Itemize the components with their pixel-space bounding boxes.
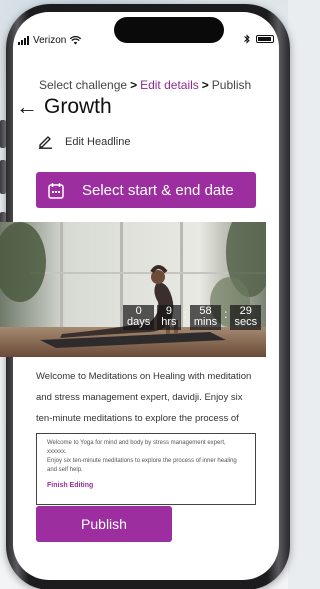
edit-headline-link[interactable]: Edit Headline xyxy=(38,134,130,149)
status-bar-right xyxy=(244,34,274,44)
chevron-right-icon: > xyxy=(201,78,209,92)
page-title: Growth xyxy=(44,95,112,118)
status-bar-left: Verizon xyxy=(18,34,82,46)
select-date-label: Select start & end date xyxy=(82,181,234,199)
countdown-timer: 0 days 9 hrs : 58 mins : 29 secs xyxy=(123,305,262,330)
edit-headline-label: Edit Headline xyxy=(65,135,131,148)
editor-text-line-2: Enjoy six ten-minute meditations to expl… xyxy=(47,458,237,473)
colon-separator: : xyxy=(183,307,187,321)
volume-down-button xyxy=(0,160,6,194)
countdown-minutes: 58 mins xyxy=(189,305,222,330)
yoga-photo xyxy=(0,222,266,357)
volume-up-button xyxy=(0,120,6,148)
finish-editing-link[interactable]: Finish Editing xyxy=(47,481,245,490)
select-date-button[interactable]: Select start & end date xyxy=(36,172,256,208)
carrier-label: Verizon xyxy=(33,34,67,46)
colon-separator: : xyxy=(224,307,228,321)
breadcrumb: Select challenge > Edit details > Publis… xyxy=(39,78,251,92)
battery-icon xyxy=(256,35,274,43)
description-editor[interactable]: Welcome to Yoga for mind and body by str… xyxy=(36,433,256,505)
chevron-right-icon: > xyxy=(130,78,138,92)
breadcrumb-edit-details[interactable]: Edit details xyxy=(140,78,199,92)
bluetooth-icon xyxy=(244,34,250,44)
breadcrumb-select-challenge[interactable]: Select challenge xyxy=(39,78,127,92)
yoga-hero-image xyxy=(0,222,266,357)
pencil-icon xyxy=(39,136,52,149)
calendar-icon xyxy=(48,182,64,199)
header: ← Growth xyxy=(16,95,112,119)
wifi-icon xyxy=(70,35,82,44)
arrow-left-icon[interactable]: ← xyxy=(16,96,38,118)
countdown-days: 0 days xyxy=(123,305,155,330)
publish-button[interactable]: Publish xyxy=(36,506,172,542)
dynamic-island xyxy=(114,17,224,43)
challenge-description: Welcome to Meditations on Healing with m… xyxy=(36,371,252,424)
editor-text-line-1: Welcome to Yoga for mind and body by str… xyxy=(47,440,226,455)
breadcrumb-publish[interactable]: Publish xyxy=(212,78,251,92)
countdown-seconds: 29 secs xyxy=(230,305,262,330)
signal-icon xyxy=(18,35,29,45)
countdown-hours: 9 hrs xyxy=(157,305,181,330)
